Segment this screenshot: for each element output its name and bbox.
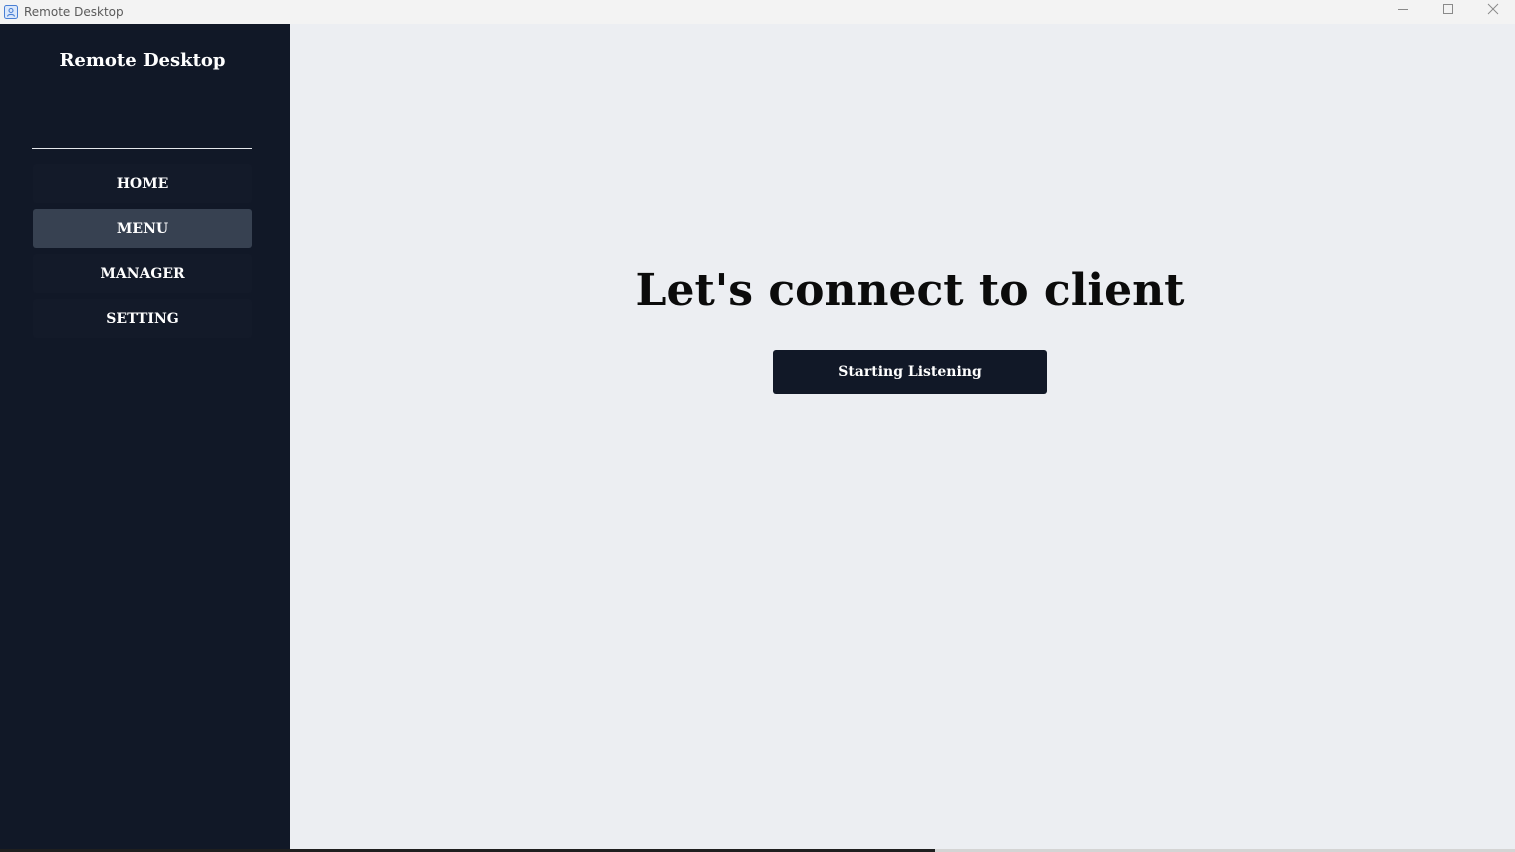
sidebar-nav: HOME MENU MANAGER SETTING bbox=[33, 164, 252, 344]
maximize-icon bbox=[1442, 4, 1453, 14]
sidebar-divider bbox=[32, 148, 252, 149]
caption-controls bbox=[1380, 0, 1515, 24]
sidebar-item-setting[interactable]: SETTING bbox=[33, 299, 252, 338]
sidebar: Remote Desktop HOME MENU MANAGER SETTING bbox=[0, 24, 290, 852]
main-content: Let's connect to client Starting Listeni… bbox=[290, 24, 1515, 849]
minimize-button[interactable] bbox=[1380, 0, 1425, 18]
close-icon bbox=[1487, 3, 1498, 15]
sidebar-item-manager[interactable]: MANAGER bbox=[33, 254, 252, 293]
app-window: Remote Desktop Remote Desktop HOME MENU … bbox=[0, 0, 1515, 852]
window-title: Remote Desktop bbox=[24, 5, 124, 19]
sidebar-item-home[interactable]: HOME bbox=[33, 164, 252, 203]
sidebar-title: Remote Desktop bbox=[59, 50, 226, 71]
remote-desktop-app-icon bbox=[4, 5, 18, 19]
close-button[interactable] bbox=[1470, 0, 1515, 18]
minimize-icon bbox=[1397, 9, 1408, 10]
maximize-button[interactable] bbox=[1425, 0, 1470, 18]
title-bar[interactable]: Remote Desktop bbox=[0, 0, 1515, 24]
page-heading: Let's connect to client bbox=[635, 265, 1185, 316]
sidebar-item-menu[interactable]: MENU bbox=[33, 209, 252, 248]
start-listening-button[interactable]: Starting Listening bbox=[773, 350, 1047, 394]
